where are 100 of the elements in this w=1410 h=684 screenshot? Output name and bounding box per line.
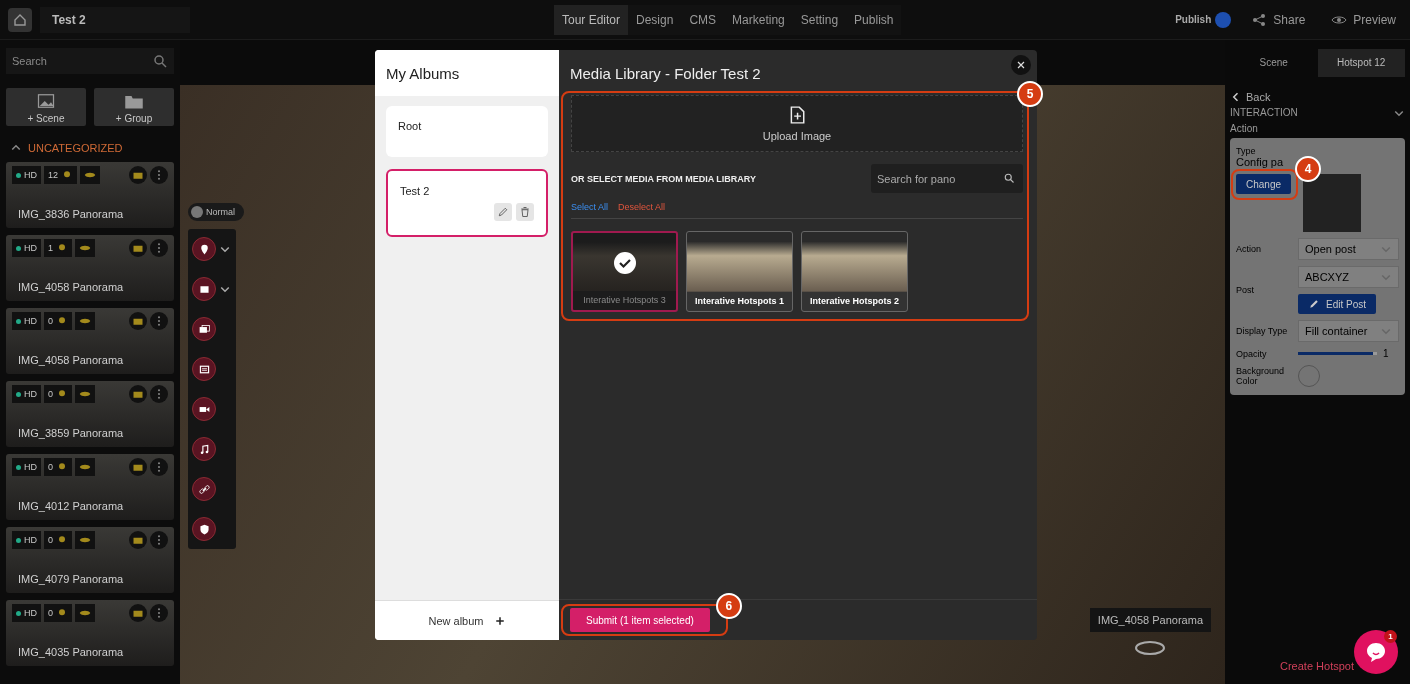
file-plus-icon xyxy=(788,105,806,125)
search-icon xyxy=(152,53,168,69)
delete-button[interactable] xyxy=(516,203,534,221)
project-name-field[interactable]: Test 2 xyxy=(40,6,190,33)
scene-name: IMG_3859 Panorama xyxy=(17,427,125,441)
tool-button[interactable] xyxy=(192,517,216,541)
field-label: Post xyxy=(1236,285,1255,295)
quality-badge: HD xyxy=(12,312,41,330)
create-hotspot-link[interactable]: Create Hotspot xyxy=(1225,660,1410,684)
close-icon xyxy=(1015,59,1027,71)
nav-tab[interactable]: Design xyxy=(628,4,682,35)
section-heading: OR SELECT MEDIA FROM MEDIA LIBRARY xyxy=(571,173,756,184)
share-button[interactable]: Share xyxy=(1245,10,1312,29)
nav-tab[interactable]: Setting xyxy=(792,4,847,35)
mode-toggle[interactable]: Normal xyxy=(188,203,244,221)
callout-outline xyxy=(1231,169,1299,200)
section-heading: INTERACTION xyxy=(1230,107,1298,119)
tool-button[interactable] xyxy=(192,437,216,461)
more-button[interactable] xyxy=(150,385,168,403)
scene-card[interactable]: HD 1 IMG_4058 Panorama xyxy=(6,235,174,301)
back-button[interactable]: Back xyxy=(1230,91,1405,103)
tool-button[interactable] xyxy=(192,477,216,501)
more-button[interactable] xyxy=(150,604,168,622)
dropdown[interactable]: Fill container xyxy=(1298,320,1399,342)
search-field[interactable]: Search xyxy=(6,48,174,74)
media-item[interactable]: Interative Hotspots 3 xyxy=(571,231,678,312)
group-label[interactable]: UNCATEGORIZED xyxy=(28,142,123,154)
camera-button[interactable] xyxy=(129,604,147,622)
quality-badge: HD xyxy=(12,166,41,184)
publish-toggle[interactable] xyxy=(1215,11,1232,28)
media-caption: Interative Hotspots 2 xyxy=(810,296,899,306)
scene-name: IMG_4079 Panorama xyxy=(17,573,125,587)
search-field[interactable]: Search for pano xyxy=(871,164,1023,193)
scene-card[interactable]: HD 0 IMG_4058 Panorama xyxy=(6,308,174,374)
album-name: Root xyxy=(398,120,423,132)
album-card[interactable]: Root xyxy=(386,106,548,157)
more-button[interactable] xyxy=(150,531,168,549)
scene-card[interactable]: HD 0 IMG_3859 Panorama xyxy=(6,381,174,447)
media-item[interactable]: Interative Hotspots 1 xyxy=(686,231,793,312)
add-button[interactable]: + Group xyxy=(94,88,174,126)
more-button[interactable] xyxy=(150,312,168,330)
camera-button[interactable] xyxy=(129,312,147,330)
album-card[interactable]: Test 2 xyxy=(386,169,548,237)
checkmark-icon xyxy=(612,251,637,275)
nav-tab[interactable]: Publish xyxy=(846,4,902,35)
scene-name: IMG_4058 Panorama xyxy=(17,281,125,295)
deselect-all-link[interactable]: Deselect All xyxy=(618,202,666,212)
camera-button[interactable] xyxy=(129,458,147,476)
quality-badge: HD xyxy=(12,531,41,549)
hotspot-ring-icon xyxy=(1134,640,1167,656)
preview-button[interactable]: Preview xyxy=(1325,10,1402,29)
more-button[interactable] xyxy=(150,239,168,257)
tool-button[interactable] xyxy=(192,277,216,301)
panel-tab[interactable]: Scene xyxy=(1230,48,1318,77)
media-item[interactable]: Interative Hotspots 2 xyxy=(801,231,908,312)
dropdown[interactable]: ABCXYZ xyxy=(1298,266,1399,288)
camera-button[interactable] xyxy=(129,531,147,549)
panel-tab[interactable]: Hotspot 12 xyxy=(1317,48,1405,77)
upload-dropzone[interactable]: Upload Image xyxy=(571,95,1023,152)
new-album-button[interactable]: New album xyxy=(375,600,559,640)
step-badge: 5 xyxy=(1017,81,1043,107)
camera-button[interactable] xyxy=(129,385,147,403)
camera-button[interactable] xyxy=(129,166,147,184)
chat-bubble-icon xyxy=(1364,640,1388,664)
field-label: Action xyxy=(1236,244,1262,254)
nav-tab[interactable]: Marketing xyxy=(724,4,793,35)
select-all-link[interactable]: Select All xyxy=(571,202,609,212)
value-field[interactable]: 1 xyxy=(1383,348,1399,359)
scene-card[interactable]: HD 0 IMG_4012 Panorama xyxy=(6,454,174,520)
nav-tab[interactable]: CMS xyxy=(681,4,725,35)
nav-tab[interactable]: Tour Editor xyxy=(554,4,629,35)
scene-card[interactable]: HD 0 IMG_4079 Panorama xyxy=(6,527,174,593)
camera-button[interactable] xyxy=(129,239,147,257)
scene-name: IMG_4012 Panorama xyxy=(17,500,125,514)
albums-title: My Albums xyxy=(375,50,559,96)
add-button[interactable]: + Scene xyxy=(6,88,86,126)
tool-button[interactable] xyxy=(192,397,216,421)
scene-name: IMG_4035 Panorama xyxy=(17,646,125,660)
hotspot-count-badge: 1 xyxy=(44,239,72,257)
more-button[interactable] xyxy=(150,458,168,476)
dropdown[interactable]: Open post xyxy=(1298,238,1399,260)
plus-icon xyxy=(493,614,506,627)
tool-button[interactable] xyxy=(192,357,216,381)
tool-button[interactable] xyxy=(192,237,216,261)
dialog-title: Media Library - Folder Test 2 xyxy=(570,65,761,84)
field-label: Config pa xyxy=(1236,156,1285,168)
field-label: Background Color xyxy=(1236,366,1286,386)
edit-post-button[interactable]: Edit Post xyxy=(1298,294,1377,314)
hotspot-count-badge: 12 xyxy=(44,166,77,184)
submit-button[interactable]: Submit (1 item selected) xyxy=(570,608,710,632)
home-button[interactable] xyxy=(8,7,32,32)
scene-card[interactable]: HD 12 IMG_3836 Panorama xyxy=(6,162,174,228)
more-button[interactable] xyxy=(150,166,168,184)
hotspot-count-badge: 0 xyxy=(44,385,72,403)
scene-name: IMG_3836 Panorama xyxy=(17,208,125,222)
tool-button[interactable] xyxy=(192,317,216,341)
pencil-icon xyxy=(497,206,509,218)
close-button[interactable] xyxy=(1011,55,1031,75)
scene-card[interactable]: HD 0 IMG_4035 Panorama xyxy=(6,600,174,666)
change-button[interactable]: Change xyxy=(1236,174,1292,194)
